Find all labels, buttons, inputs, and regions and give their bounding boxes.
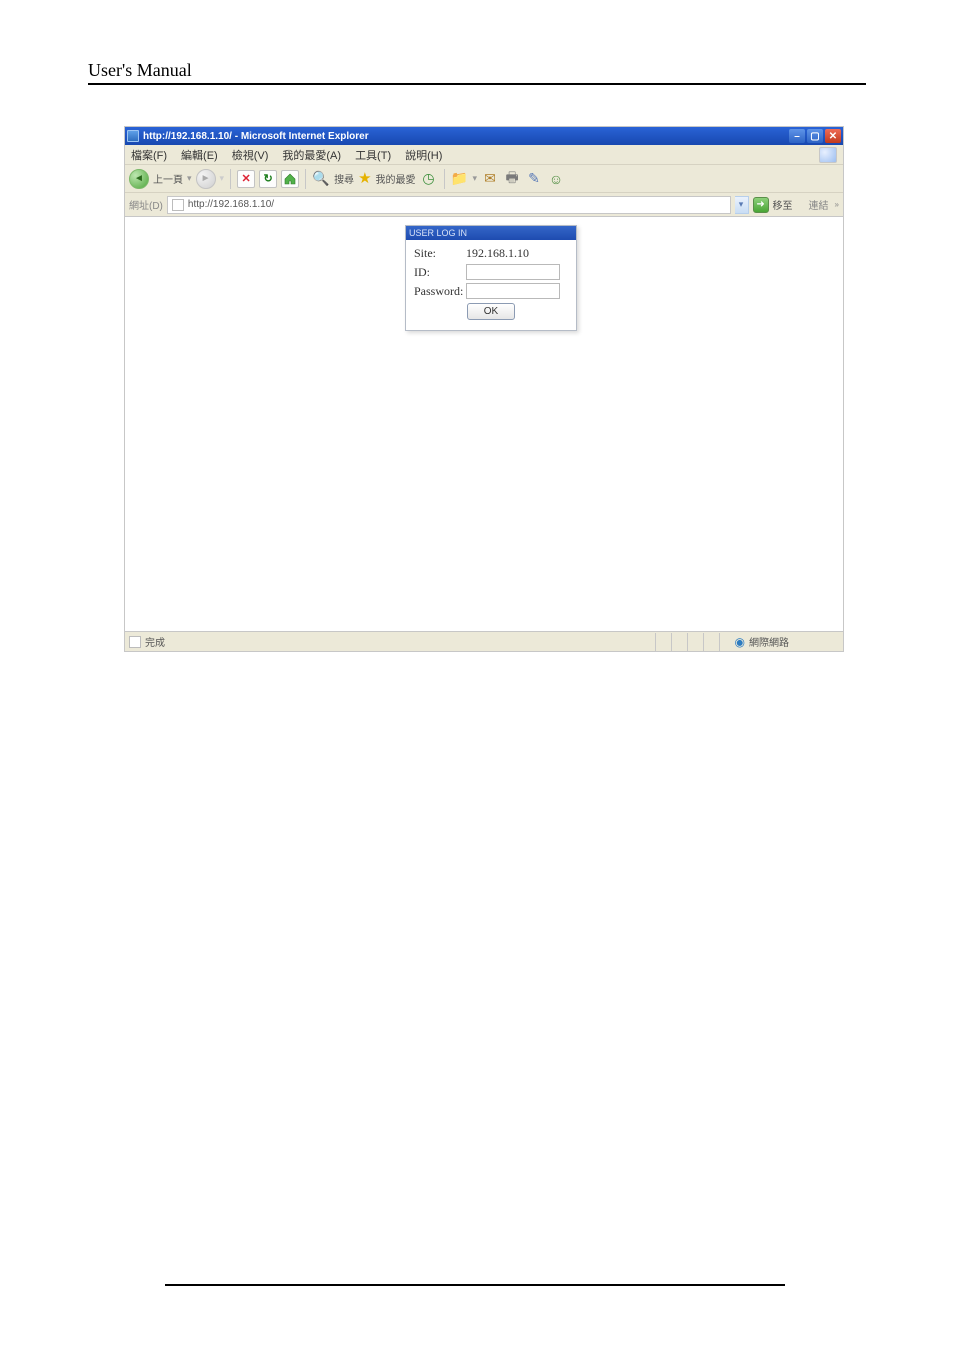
back-button[interactable]: ◄ [129,169,149,189]
login-id-label: ID: [414,265,466,280]
messenger-icon[interactable]: ☺ [547,170,565,188]
ie-window: http://192.168.1.10/ - Microsoft Interne… [124,126,844,652]
zone-label: 網際網路 [749,634,789,649]
page-content: USER LOG IN Site: 192.168.1.10 ID: Passw… [125,217,843,631]
address-bar: 網址(D) http://192.168.1.10/ ▾ ➜ 移至 連結 » [125,193,843,217]
history-icon[interactable]: ◷ [420,170,438,188]
home-button[interactable] [281,170,299,188]
close-button[interactable]: ✕ [825,129,841,143]
login-panel: USER LOG IN Site: 192.168.1.10 ID: Passw… [405,225,577,331]
links-label: 連結 [809,197,829,212]
menu-help[interactable]: 說明(H) [405,147,442,163]
address-label: 網址(D) [129,197,163,212]
menu-favorites[interactable]: 我的最愛(A) [282,147,341,163]
menu-view[interactable]: 檢視(V) [232,147,269,163]
status-bar: 完成 ◉ 網際網路 [125,631,843,651]
favorites-label: 我的最愛 [376,171,416,186]
status-page-icon [129,636,141,648]
print-icon[interactable]: 🖶 [503,170,521,188]
favorites-icon[interactable]: ★ [358,171,371,186]
login-password-input[interactable] [466,283,560,299]
login-site-value: 192.168.1.10 [466,246,529,261]
edit-icon[interactable]: ✎ [525,170,543,188]
window-titlebar: http://192.168.1.10/ - Microsoft Interne… [125,127,843,145]
toolbar: ◄ 上一頁 ▾ ► ▾ ✕ ↻ 🔍 搜尋 ★ 我的最愛 ◷ 📁 ▾ ✉ 🖶 ✎ … [125,165,843,193]
minimize-button[interactable]: – [789,129,805,143]
address-value: http://192.168.1.10/ [188,199,274,210]
folders-icon[interactable]: 📁 [451,170,469,188]
page-header-text: User's Manual [88,60,192,80]
menu-file[interactable]: 檔案(F) [131,147,167,163]
login-site-label: Site: [414,246,466,261]
ie-throbber-icon [819,147,837,163]
go-label: 移至 [773,197,793,212]
login-ok-button[interactable]: OK [467,303,515,320]
status-text: 完成 [145,634,165,649]
ie-app-icon [127,130,139,142]
page-icon [172,199,184,211]
mail-icon[interactable]: ✉ [481,170,499,188]
window-title: http://192.168.1.10/ - Microsoft Interne… [143,131,369,142]
address-dropdown[interactable]: ▾ [735,196,749,214]
maximize-button[interactable]: ▢ [807,129,823,143]
search-label: 搜尋 [334,171,354,186]
go-button[interactable]: ➜ [753,197,769,213]
menu-bar: 檔案(F) 編輯(E) 檢視(V) 我的最愛(A) 工具(T) 說明(H) [125,145,843,165]
address-input[interactable]: http://192.168.1.10/ [167,196,731,214]
stop-button[interactable]: ✕ [237,170,255,188]
page-footer-rule [165,1284,785,1286]
page-header: User's Manual [88,60,866,85]
forward-button[interactable]: ► [196,169,216,189]
menu-edit[interactable]: 編輯(E) [181,147,218,163]
login-password-label: Password: [414,284,466,299]
login-title: USER LOG IN [406,226,576,240]
search-icon[interactable]: 🔍 [312,170,330,188]
security-zone: ◉ 網際網路 [735,634,789,649]
menu-tools[interactable]: 工具(T) [355,147,391,163]
internet-zone-icon: ◉ [735,635,745,649]
refresh-button[interactable]: ↻ [259,170,277,188]
back-label: 上一頁 [153,171,183,186]
login-id-input[interactable] [466,264,560,280]
